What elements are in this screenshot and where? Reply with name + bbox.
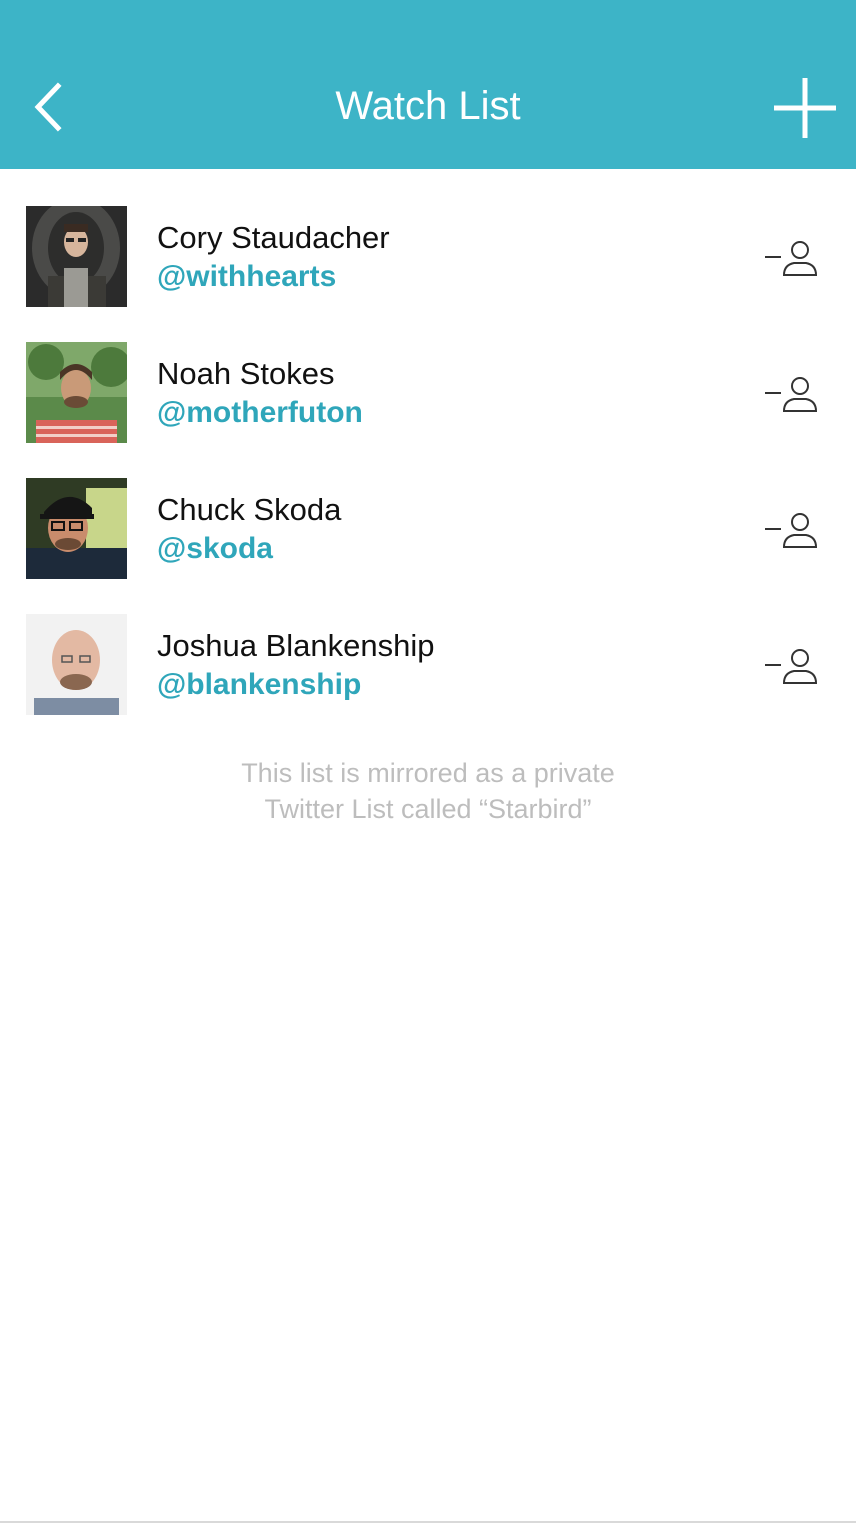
remove-user-icon: [765, 377, 818, 412]
user-handle[interactable]: @skoda: [157, 530, 273, 568]
avatar: [26, 614, 127, 715]
remove-user-button[interactable]: [762, 509, 822, 553]
user-handle[interactable]: @withhearts: [157, 258, 336, 296]
plus-icon: [774, 78, 836, 138]
avatar: [26, 206, 127, 307]
remove-user-icon: [765, 241, 818, 276]
page-title: Watch List: [335, 84, 521, 128]
remove-user-icon: [765, 513, 818, 548]
note-line-1: This list is mirrored as a private: [241, 758, 615, 788]
user-name: Chuck Skoda: [157, 492, 342, 527]
user-name: Noah Stokes: [157, 356, 335, 391]
user-handle[interactable]: @blankenship: [157, 666, 361, 704]
user-handle[interactable]: @motherfuton: [157, 394, 363, 432]
note-line-2: Twitter List called “Starbird”: [264, 794, 592, 824]
list-item[interactable]: Cory Staudacher @withhearts: [0, 169, 856, 307]
remove-user-button[interactable]: [762, 237, 822, 281]
bottom-divider: [0, 1521, 856, 1523]
list-item[interactable]: Joshua Blankenship @blankenship: [0, 577, 856, 715]
remove-user-button[interactable]: [762, 645, 822, 689]
avatar: [26, 478, 127, 579]
add-user-button[interactable]: [770, 74, 840, 142]
nav-bar: Watch List: [0, 0, 856, 169]
remove-user-icon: [765, 649, 818, 684]
avatar: [26, 342, 127, 443]
user-name: Cory Staudacher: [157, 220, 390, 255]
list-item[interactable]: Noah Stokes @motherfuton: [0, 305, 856, 443]
list-item[interactable]: Chuck Skoda @skoda: [0, 441, 856, 579]
remove-user-button[interactable]: [762, 373, 822, 417]
user-name: Joshua Blankenship: [157, 628, 435, 663]
list-mirror-note: This list is mirrored as a private Twitt…: [0, 755, 856, 827]
